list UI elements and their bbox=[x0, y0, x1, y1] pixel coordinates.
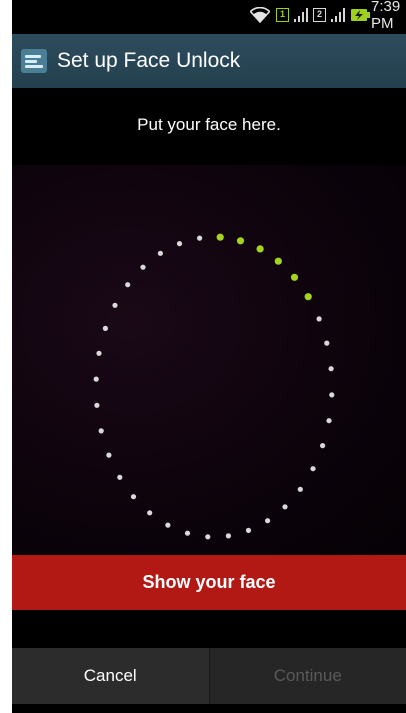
sim2-icon: 2 bbox=[313, 6, 326, 24]
face-guide-dot bbox=[117, 474, 123, 480]
face-guide-dot bbox=[316, 316, 322, 322]
face-guide-dot bbox=[184, 530, 191, 536]
face-guide-dot bbox=[320, 443, 326, 449]
face-guide-dot bbox=[140, 264, 146, 270]
face-guide-dot bbox=[245, 527, 252, 533]
face-guide-dot bbox=[265, 518, 271, 524]
battery-charging-icon bbox=[351, 6, 370, 24]
page-title: Set up Face Unlock bbox=[57, 49, 241, 72]
face-guide-dot bbox=[93, 376, 99, 382]
face-guide-oval bbox=[93, 233, 335, 540]
face-guide-dot-highlighted bbox=[236, 237, 245, 245]
sim1-icon: 1 bbox=[276, 6, 289, 24]
face-guide-dot bbox=[165, 522, 171, 528]
face-guide-dot bbox=[96, 350, 102, 356]
signal2-icon bbox=[329, 6, 347, 24]
face-guide-dot bbox=[147, 510, 153, 516]
bottom-strip bbox=[12, 704, 406, 713]
face-guide-dot-highlighted bbox=[256, 245, 264, 253]
face-guide-dot bbox=[98, 428, 104, 434]
face-guide-dot-highlighted bbox=[216, 233, 224, 241]
face-guide-dot bbox=[282, 504, 288, 510]
face-guide-dot-highlighted bbox=[274, 257, 282, 265]
face-unlock-settings-icon[interactable] bbox=[21, 49, 47, 73]
face-guide-dot bbox=[176, 241, 183, 247]
status-bar: 1 2 7:39 PM bbox=[12, 0, 406, 32]
face-guide-dot bbox=[205, 534, 211, 540]
status-banner: Show your face bbox=[12, 555, 406, 610]
sim2-label: 2 bbox=[313, 8, 326, 22]
face-guide-dot bbox=[197, 235, 203, 241]
face-guide-dot bbox=[329, 392, 335, 398]
face-guide-dot bbox=[328, 366, 334, 372]
signal1-icon bbox=[292, 6, 310, 24]
face-guide-dot bbox=[326, 418, 332, 424]
wifi-icon bbox=[250, 6, 270, 24]
footer-button-bar: Cancel Continue bbox=[12, 648, 406, 704]
face-guide-dot-highlighted bbox=[304, 293, 312, 301]
cancel-button[interactable]: Cancel bbox=[12, 648, 210, 704]
camera-preview bbox=[12, 165, 406, 555]
phone-screen: 1 2 7:39 PM Set up Face Unlock Put your … bbox=[12, 0, 406, 713]
continue-button[interactable]: Continue bbox=[209, 648, 406, 704]
face-guide-dot bbox=[225, 533, 231, 539]
face-guide-dot bbox=[125, 282, 131, 288]
face-guide-dot bbox=[102, 325, 108, 331]
face-guide-dot bbox=[324, 340, 330, 346]
sim1-label: 1 bbox=[276, 8, 289, 22]
action-bar: Set up Face Unlock bbox=[12, 34, 406, 88]
status-time: 7:39 PM bbox=[371, 0, 401, 32]
face-guide-dot bbox=[310, 466, 316, 472]
face-guide-dot bbox=[106, 452, 112, 458]
face-guide-dot bbox=[157, 250, 163, 256]
face-guide-dot-highlighted bbox=[290, 273, 299, 281]
face-guide-dot bbox=[130, 494, 137, 500]
face-guide-dot bbox=[297, 486, 303, 492]
face-guide-dot bbox=[112, 302, 118, 308]
instruction-text: Put your face here. bbox=[137, 115, 281, 134]
face-guide-dot bbox=[94, 402, 100, 408]
